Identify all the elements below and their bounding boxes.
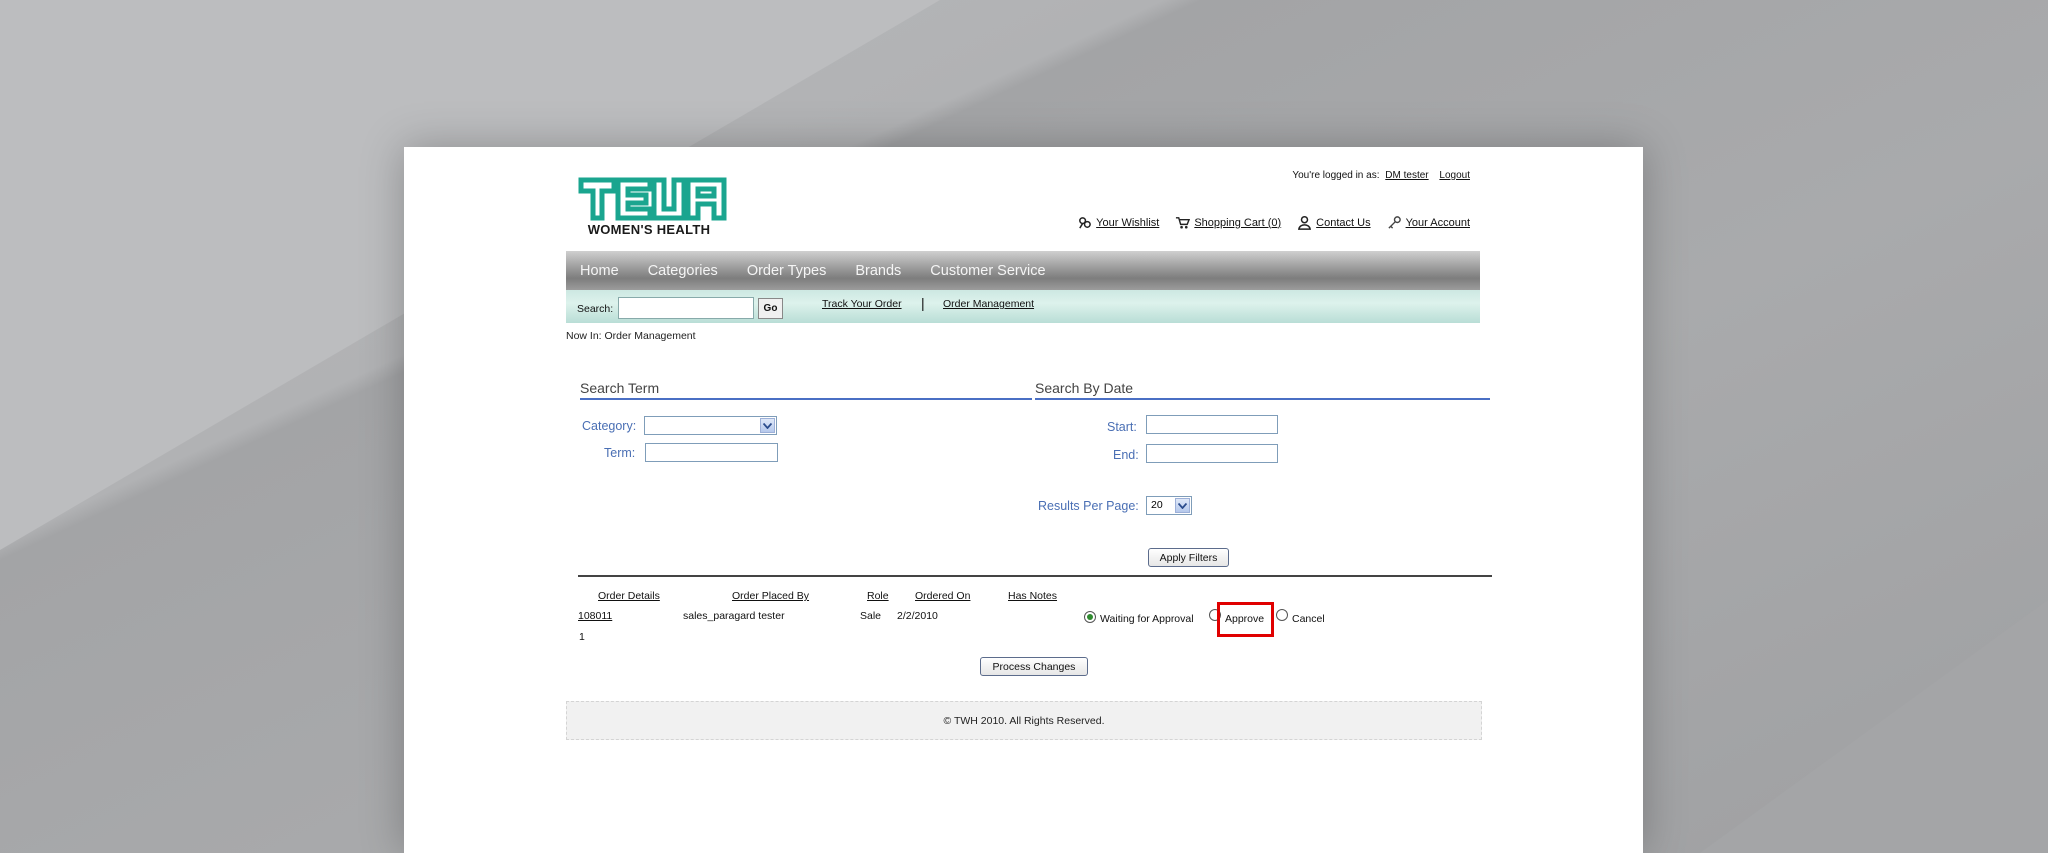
main-nav: Home Categories Order Types Brands Custo… <box>566 251 1480 290</box>
process-changes-button[interactable]: Process Changes <box>980 657 1088 676</box>
radio-waiting-for-approval[interactable] <box>1084 611 1096 623</box>
contact-us-link[interactable]: Contact Us <box>1297 215 1371 230</box>
radio-cancel[interactable] <box>1276 609 1288 621</box>
breadcrumb: Now In: Order Management <box>566 330 696 342</box>
login-status: You're logged in as: DM tester Logout <box>1292 170 1470 181</box>
key-icon <box>1387 216 1401 229</box>
nav-order-types[interactable]: Order Types <box>747 263 827 279</box>
logged-in-prefix: You're logged in as: <box>1292 170 1380 181</box>
results-per-page-label: Results Per Page: <box>1038 499 1139 513</box>
utility-links: Your Wishlist Shopping Cart (0) Contact … <box>1077 215 1470 230</box>
term-input[interactable] <box>645 443 778 462</box>
col-order-details[interactable]: Order Details <box>598 590 660 602</box>
track-order-link[interactable]: Track Your Order <box>822 298 902 310</box>
wishlist-icon <box>1079 217 1092 229</box>
col-order-placed-by[interactable]: Order Placed By <box>732 590 809 602</box>
search-by-date-heading: Search By Date <box>1035 380 1490 400</box>
cart-icon <box>1176 217 1191 229</box>
wishlist-label: Your Wishlist <box>1096 216 1160 229</box>
col-has-notes[interactable]: Has Notes <box>1008 590 1057 602</box>
chevron-down-icon <box>1175 498 1190 513</box>
order-id-link[interactable]: 108011 <box>578 610 612 622</box>
end-date-input[interactable] <box>1146 444 1278 463</box>
apply-filters-button[interactable]: Apply Filters <box>1148 548 1229 567</box>
waiting-for-approval-label: Waiting for Approval <box>1100 613 1194 625</box>
link-separator: | <box>921 295 925 311</box>
page-content: WOMEN'S HEALTH You're logged in as: DM t… <box>566 147 1492 853</box>
order-management-link[interactable]: Order Management <box>943 298 1034 310</box>
footer: © TWH 2010. All Rights Reserved. <box>566 701 1482 740</box>
chevron-down-icon <box>760 418 775 433</box>
copyright: © TWH 2010. All Rights Reserved. <box>943 714 1105 727</box>
shopping-cart-link[interactable]: Shopping Cart (0) <box>1175 215 1281 230</box>
page-number-link[interactable]: 1 <box>579 631 585 643</box>
search-bar: Search: Go Track Your Order | Order Mana… <box>566 290 1480 323</box>
term-label: Term: <box>604 446 636 460</box>
nav-categories[interactable]: Categories <box>648 263 718 279</box>
search-label: Search: <box>577 303 614 315</box>
go-button[interactable]: Go <box>758 298 783 319</box>
cancel-label: Cancel <box>1292 613 1325 625</box>
category-label: Category: <box>582 419 637 433</box>
nav-customer-service[interactable]: Customer Service <box>930 263 1045 279</box>
browser-page: WOMEN'S HEALTH You're logged in as: DM t… <box>404 147 1643 853</box>
category-select[interactable] <box>644 416 777 435</box>
logo-subtitle: WOMEN'S HEALTH <box>587 222 711 237</box>
account-label: Your Account <box>1405 216 1470 229</box>
results-per-page-value: 20 <box>1151 499 1163 511</box>
col-role[interactable]: Role <box>867 590 889 602</box>
results-per-page-select[interactable]: 20 <box>1146 496 1192 515</box>
ordered-on: 2/2/2010 <box>897 610 938 622</box>
wishlist-link[interactable]: Your Wishlist <box>1077 215 1159 230</box>
user-name-link[interactable]: DM tester <box>1385 170 1428 181</box>
search-term-heading: Search Term <box>580 380 1032 400</box>
role: Sale <box>860 610 882 622</box>
col-ordered-on[interactable]: Ordered On <box>915 590 970 602</box>
logout-link[interactable]: Logout <box>1439 170 1470 181</box>
divider <box>578 575 1492 577</box>
placed-by: sales_paragard tester <box>683 610 785 622</box>
nav-home[interactable]: Home <box>580 263 619 279</box>
end-label: End: <box>1113 448 1139 462</box>
approve-highlight <box>1217 602 1274 637</box>
nav-brands[interactable]: Brands <box>855 263 901 279</box>
contact-icon <box>1298 215 1312 230</box>
start-label: Start: <box>1107 420 1137 434</box>
contact-label: Contact Us <box>1316 216 1371 229</box>
search-input[interactable] <box>618 297 754 319</box>
your-account-link[interactable]: Your Account <box>1387 215 1470 230</box>
cart-label: Shopping Cart (0) <box>1194 216 1282 229</box>
start-date-input[interactable] <box>1146 415 1278 434</box>
